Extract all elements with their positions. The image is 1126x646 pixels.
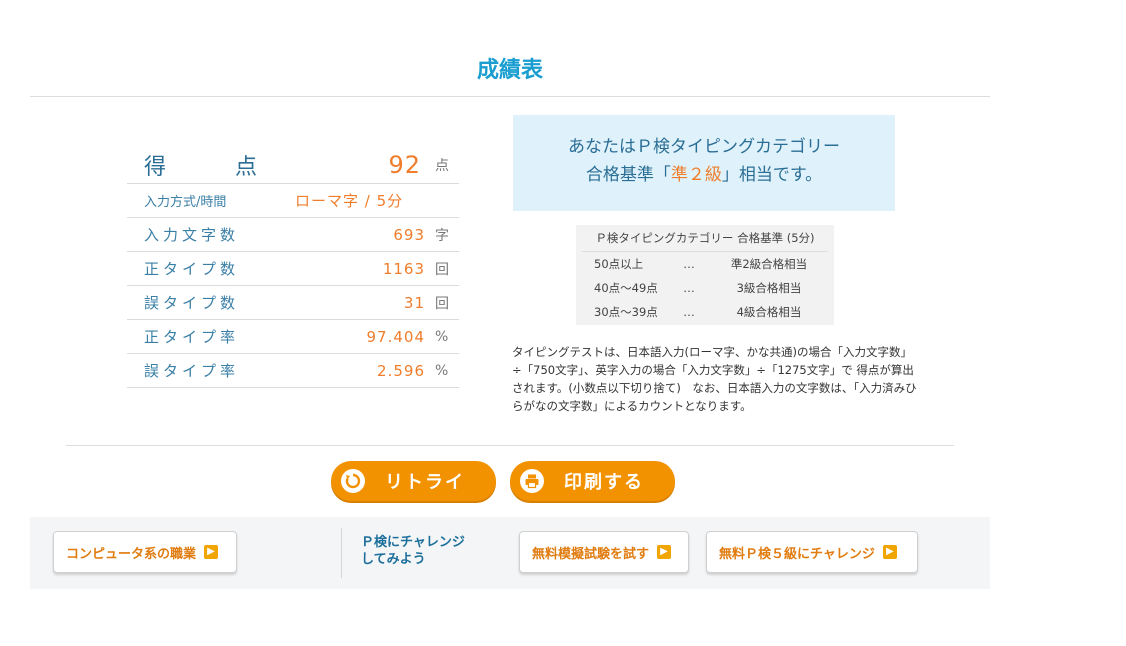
divider — [30, 96, 990, 97]
challenge-heading: Ｐ検にチャレンジ してみよう — [361, 535, 465, 567]
score-table: 得 点 92 点 入力方式/時間 ローマ字 / 5分 入力文字数 693 字 正… — [127, 146, 459, 388]
print-label: 印刷する — [564, 472, 644, 493]
computer-jobs-button[interactable]: コンピュータ系の職業 ▶ — [53, 531, 237, 573]
retry-button[interactable]: リトライ — [331, 461, 496, 501]
criteria-table: Ｐ検タイピングカテゴリー 合格基準 (5分) 50点以上 … 準2級合格相当 4… — [576, 225, 834, 325]
print-button[interactable]: 印刷する — [510, 461, 675, 501]
page-title: 成績表 — [476, 58, 543, 83]
result-box: あなたはＰ検タイピングカテゴリー 合格基準「準２級」相当です。 — [513, 115, 895, 211]
stat-row-error-rate: 誤タイプ率 2.596 % — [127, 354, 459, 388]
stat-label: 入力方式/時間 — [144, 195, 227, 210]
footer-bar: コンピュータ系の職業 ▶ Ｐ検にチャレンジ してみよう 無料模擬試験を試す ▶ … — [30, 517, 990, 589]
criteria-row: 30点～39点 … 4級合格相当 — [594, 305, 802, 319]
stat-row-errors: 誤タイプ数 31 回 — [127, 286, 459, 320]
retry-label: リトライ — [385, 472, 465, 493]
scoring-note: タイピングテストは、日本語入力(ローマ字、かな共通)の場合「入力文字数」÷「75… — [512, 345, 917, 413]
stat-label: 誤タイプ数 — [144, 294, 240, 312]
score-row: 得 点 92 点 — [127, 146, 459, 184]
stat-value: 31 — [403, 293, 425, 312]
retry-icon — [341, 469, 365, 493]
score-unit: 点 — [435, 157, 449, 174]
stat-value: 97.404 — [366, 327, 425, 346]
result-line-2: 合格基準「準２級」相当です。 — [585, 165, 823, 185]
stat-row-correct: 正タイプ数 1163 回 — [127, 252, 459, 286]
stat-unit: % — [435, 328, 449, 345]
stat-label: 入力文字数 — [144, 226, 240, 244]
stat-unit: % — [435, 362, 449, 379]
result-line-1: あなたはＰ検タイピングカテゴリー — [568, 137, 840, 157]
grade5-challenge-button[interactable]: 無料Ｐ検５級にチャレンジ ▶ — [706, 531, 918, 573]
criteria-row: 50点以上 … 準2級合格相当 — [594, 257, 808, 271]
stat-value: ローマ字 / 5分 — [295, 192, 404, 210]
criteria-title: Ｐ検タイピングカテゴリー 合格基準 (5分) — [582, 225, 828, 252]
mock-exam-button[interactable]: 無料模擬試験を試す ▶ — [519, 531, 689, 573]
stat-value: 693 — [393, 225, 425, 244]
result-grade: 準２級 — [670, 165, 722, 185]
stat-label: 正タイプ率 — [144, 328, 240, 346]
arrow-right-icon: ▶ — [204, 545, 219, 559]
stat-label: 誤タイプ率 — [144, 362, 240, 380]
stat-row-method: 入力方式/時間 ローマ字 / 5分 — [127, 184, 459, 218]
stat-row-accuracy: 正タイプ率 97.404 % — [127, 320, 459, 354]
divider — [66, 445, 954, 446]
arrow-right-icon: ▶ — [882, 545, 897, 559]
criteria-row: 40点～49点 … 3級合格相当 — [594, 281, 802, 295]
stat-value: 2.596 — [377, 361, 425, 380]
score-label: 得 点 — [144, 154, 257, 180]
score-value: 92 — [388, 150, 421, 179]
stat-unit: 回 — [435, 295, 449, 312]
stat-unit: 回 — [435, 261, 449, 278]
stat-label: 正タイプ数 — [144, 260, 240, 278]
stat-value: 1163 — [382, 259, 425, 278]
stat-row-chars: 入力文字数 693 字 — [127, 218, 459, 252]
printer-icon — [520, 469, 544, 493]
arrow-right-icon: ▶ — [657, 545, 672, 559]
stat-unit: 字 — [435, 227, 449, 244]
divider — [341, 528, 342, 578]
